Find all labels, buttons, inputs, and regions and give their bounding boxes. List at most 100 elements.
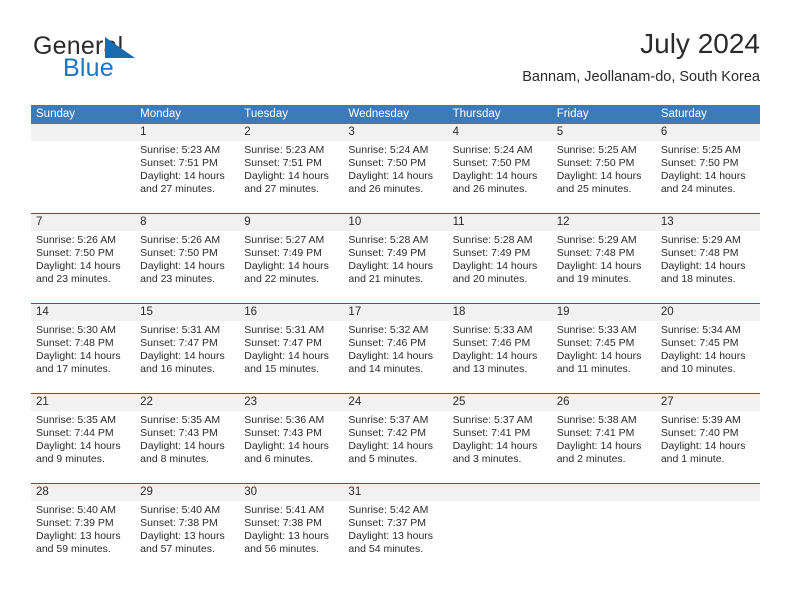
day-cell[interactable]: Sunrise: 5:37 AM Sunset: 7:42 PM Dayligh… xyxy=(343,411,447,483)
day-cell[interactable] xyxy=(552,501,656,573)
day-number[interactable]: 5 xyxy=(552,124,656,141)
day-number[interactable]: 1 xyxy=(135,124,239,141)
day-cell[interactable]: Sunrise: 5:28 AM Sunset: 7:49 PM Dayligh… xyxy=(448,231,552,303)
day-cell[interactable]: Sunrise: 5:30 AM Sunset: 7:48 PM Dayligh… xyxy=(31,321,135,393)
general-blue-logo[interactable]: General Blue xyxy=(33,34,263,90)
day-number[interactable]: 16 xyxy=(239,304,343,321)
day-cell[interactable]: Sunrise: 5:29 AM Sunset: 7:48 PM Dayligh… xyxy=(552,231,656,303)
day-cell[interactable]: Sunrise: 5:42 AM Sunset: 7:37 PM Dayligh… xyxy=(343,501,447,573)
day-number[interactable]: 15 xyxy=(135,304,239,321)
sunrise-text: Sunrise: 5:33 AM xyxy=(556,324,637,336)
sunrise-text: Sunrise: 5:38 AM xyxy=(556,414,637,426)
day-number[interactable] xyxy=(31,124,135,141)
day-number[interactable]: 13 xyxy=(656,214,760,231)
day-number[interactable]: 7 xyxy=(31,214,135,231)
daylight-text-line2: and 22 minutes. xyxy=(244,273,319,286)
day-cell[interactable]: Sunrise: 5:40 AM Sunset: 7:38 PM Dayligh… xyxy=(135,501,239,573)
daylight-text-line1: Daylight: 14 hours xyxy=(348,350,434,363)
sunrise-text: Sunrise: 5:23 AM xyxy=(244,144,325,156)
day-cell[interactable] xyxy=(448,501,552,573)
day-number[interactable]: 25 xyxy=(448,394,552,411)
day-cell[interactable]: Sunrise: 5:26 AM Sunset: 7:50 PM Dayligh… xyxy=(135,231,239,303)
day-cell[interactable]: Sunrise: 5:34 AM Sunset: 7:45 PM Dayligh… xyxy=(656,321,760,393)
sunrise-text: Sunrise: 5:42 AM xyxy=(348,504,429,516)
day-number[interactable]: 28 xyxy=(31,484,135,501)
day-cell[interactable]: Sunrise: 5:35 AM Sunset: 7:44 PM Dayligh… xyxy=(31,411,135,483)
day-number[interactable]: 30 xyxy=(239,484,343,501)
day-number[interactable] xyxy=(552,484,656,501)
day-number[interactable] xyxy=(448,484,552,501)
day-cell[interactable]: Sunrise: 5:36 AM Sunset: 7:43 PM Dayligh… xyxy=(239,411,343,483)
day-number[interactable]: 27 xyxy=(656,394,760,411)
day-number[interactable]: 10 xyxy=(343,214,447,231)
daylight-text-line2: and 25 minutes. xyxy=(556,183,632,196)
day-cell[interactable]: Sunrise: 5:32 AM Sunset: 7:46 PM Dayligh… xyxy=(343,321,447,393)
sunrise-text: Sunrise: 5:35 AM xyxy=(140,414,221,426)
day-number[interactable]: 21 xyxy=(31,394,135,411)
day-number[interactable]: 22 xyxy=(135,394,239,411)
day-number[interactable]: 18 xyxy=(448,304,552,321)
day-cell[interactable]: Sunrise: 5:23 AM Sunset: 7:51 PM Dayligh… xyxy=(135,141,239,213)
day-number[interactable]: 17 xyxy=(343,304,447,321)
daylight-text-line2: and 15 minutes. xyxy=(244,363,319,376)
day-number[interactable]: 20 xyxy=(656,304,760,321)
day-number[interactable]: 26 xyxy=(552,394,656,411)
day-cell[interactable]: Sunrise: 5:25 AM Sunset: 7:50 PM Dayligh… xyxy=(552,141,656,213)
day-cell[interactable]: Sunrise: 5:39 AM Sunset: 7:40 PM Dayligh… xyxy=(656,411,760,483)
sunset-text: Sunset: 7:43 PM xyxy=(140,427,218,440)
day-cell[interactable]: Sunrise: 5:41 AM Sunset: 7:38 PM Dayligh… xyxy=(239,501,343,573)
sunset-text: Sunset: 7:47 PM xyxy=(244,337,322,350)
sunset-text: Sunset: 7:50 PM xyxy=(660,157,739,170)
day-number[interactable]: 9 xyxy=(239,214,343,231)
day-number[interactable]: 3 xyxy=(343,124,447,141)
day-number[interactable] xyxy=(656,484,760,501)
day-number[interactable]: 29 xyxy=(135,484,239,501)
day-number[interactable]: 4 xyxy=(448,124,552,141)
day-cell[interactable]: Sunrise: 5:35 AM Sunset: 7:43 PM Dayligh… xyxy=(135,411,239,483)
day-cell[interactable]: Sunrise: 5:29 AM Sunset: 7:48 PM Dayligh… xyxy=(656,231,760,303)
day-cell[interactable]: Sunrise: 5:33 AM Sunset: 7:46 PM Dayligh… xyxy=(448,321,552,393)
day-number[interactable]: 19 xyxy=(552,304,656,321)
day-number[interactable]: 14 xyxy=(31,304,135,321)
day-number[interactable]: 12 xyxy=(552,214,656,231)
day-cell[interactable]: Sunrise: 5:23 AM Sunset: 7:51 PM Dayligh… xyxy=(239,141,343,213)
daylight-text-line2: and 14 minutes. xyxy=(348,363,424,376)
daylight-text-line1: Daylight: 14 hours xyxy=(556,440,642,453)
day-cell[interactable]: Sunrise: 5:26 AM Sunset: 7:50 PM Dayligh… xyxy=(31,231,135,303)
daylight-text-line2: and 56 minutes. xyxy=(244,543,319,556)
sunrise-text: Sunrise: 5:23 AM xyxy=(140,144,221,156)
day-number[interactable]: 23 xyxy=(239,394,343,411)
day-cell[interactable]: Sunrise: 5:27 AM Sunset: 7:49 PM Dayligh… xyxy=(239,231,343,303)
sunset-text: Sunset: 7:50 PM xyxy=(452,157,531,170)
daylight-text-line1: Daylight: 14 hours xyxy=(452,440,538,453)
day-number[interactable]: 6 xyxy=(656,124,760,141)
day-cell[interactable]: Sunrise: 5:40 AM Sunset: 7:39 PM Dayligh… xyxy=(31,501,135,573)
sunset-text: Sunset: 7:39 PM xyxy=(36,517,114,530)
day-number[interactable]: 31 xyxy=(343,484,447,501)
sunset-text: Sunset: 7:48 PM xyxy=(36,337,114,350)
day-number[interactable]: 2 xyxy=(239,124,343,141)
day-cell[interactable]: Sunrise: 5:33 AM Sunset: 7:45 PM Dayligh… xyxy=(552,321,656,393)
week-daynumber-band: 21 22 23 24 25 26 27 xyxy=(31,394,760,411)
sunrise-text: Sunrise: 5:25 AM xyxy=(660,144,741,156)
day-cell[interactable] xyxy=(31,141,135,213)
day-cell[interactable]: Sunrise: 5:24 AM Sunset: 7:50 PM Dayligh… xyxy=(448,141,552,213)
day-number[interactable]: 24 xyxy=(343,394,447,411)
day-cell[interactable]: Sunrise: 5:31 AM Sunset: 7:47 PM Dayligh… xyxy=(239,321,343,393)
day-number[interactable]: 8 xyxy=(135,214,239,231)
week-detail-band: Sunrise: 5:40 AM Sunset: 7:39 PM Dayligh… xyxy=(31,501,760,573)
daylight-text-line1: Daylight: 14 hours xyxy=(36,350,121,363)
sunset-text: Sunset: 7:38 PM xyxy=(244,517,322,530)
day-cell[interactable]: Sunrise: 5:25 AM Sunset: 7:50 PM Dayligh… xyxy=(656,141,760,213)
day-cell[interactable] xyxy=(656,501,760,573)
day-cell[interactable]: Sunrise: 5:28 AM Sunset: 7:49 PM Dayligh… xyxy=(343,231,447,303)
day-cell[interactable]: Sunrise: 5:24 AM Sunset: 7:50 PM Dayligh… xyxy=(343,141,447,213)
day-number[interactable]: 11 xyxy=(448,214,552,231)
day-cell[interactable]: Sunrise: 5:37 AM Sunset: 7:41 PM Dayligh… xyxy=(448,411,552,483)
day-cell[interactable]: Sunrise: 5:31 AM Sunset: 7:47 PM Dayligh… xyxy=(135,321,239,393)
day-cell[interactable]: Sunrise: 5:38 AM Sunset: 7:41 PM Dayligh… xyxy=(552,411,656,483)
daylight-text-line1: Daylight: 14 hours xyxy=(244,350,329,363)
sunset-text: Sunset: 7:49 PM xyxy=(244,247,322,260)
daylight-text-line1: Daylight: 14 hours xyxy=(556,260,642,273)
weekday-header-thursday: Thursday xyxy=(452,108,501,120)
